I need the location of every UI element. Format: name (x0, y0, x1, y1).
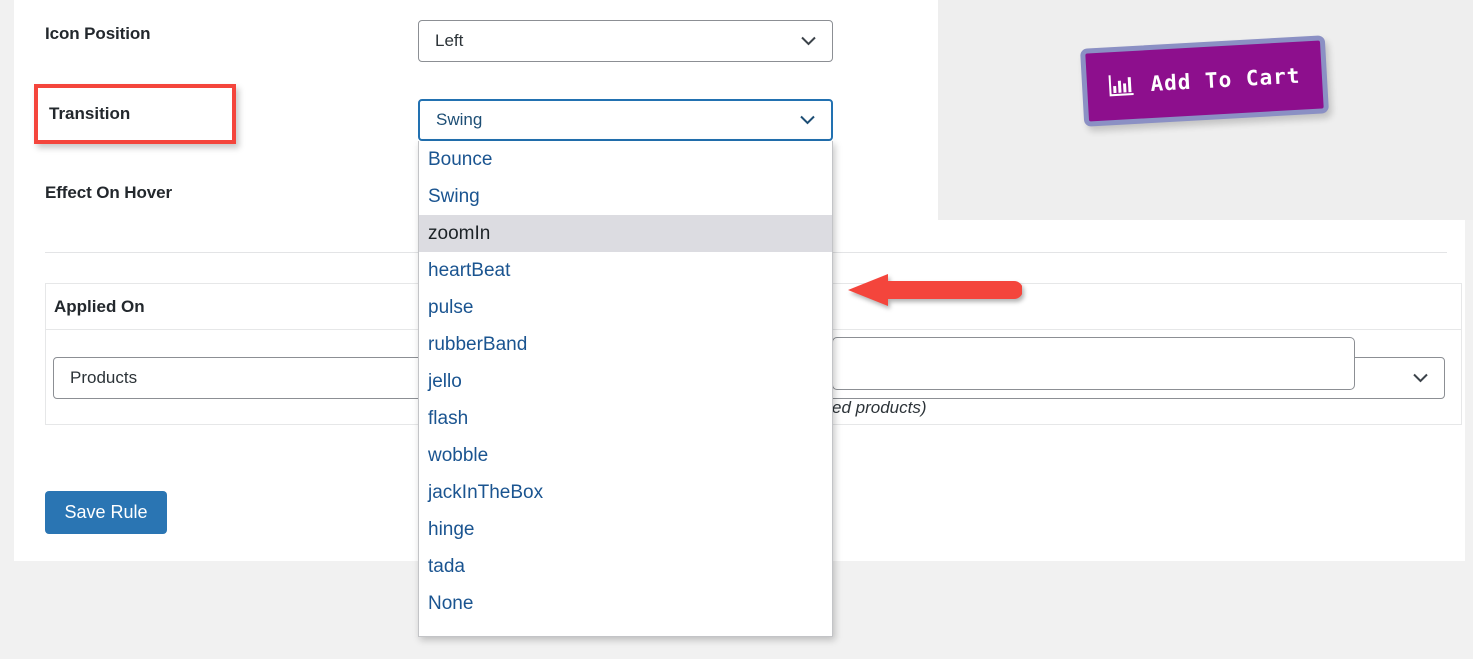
dropdown-option-selected[interactable]: zoomIn (419, 215, 832, 252)
dropdown-option[interactable]: rubberBand (419, 326, 832, 363)
save-rule-button[interactable]: Save Rule (45, 491, 167, 534)
chevron-down-icon (801, 36, 816, 46)
icon-position-select[interactable]: Left (418, 20, 833, 62)
dropdown-option[interactable]: Swing (419, 178, 832, 215)
transition-dropdown-list[interactable]: Bounce Swing zoomIn heartBeat pulse rubb… (418, 141, 833, 637)
transition-highlight-label: Transition (49, 104, 131, 123)
selection-hint-text: ed products) (832, 398, 927, 417)
dropdown-option[interactable]: None (419, 585, 832, 622)
add-to-cart-content: Add To Cart (1108, 64, 1301, 99)
add-to-cart-preview-button[interactable]: Add To Cart (1080, 35, 1329, 127)
chevron-down-icon (800, 115, 815, 125)
dropdown-option[interactable]: pulse (419, 289, 832, 326)
dropdown-option[interactable]: wobble (419, 437, 832, 474)
applied-on-value: Products (70, 368, 138, 387)
icon-position-value: Left (435, 31, 464, 50)
dropdown-option[interactable]: jello (419, 363, 832, 400)
label-icon-position: Icon Position (45, 24, 151, 43)
bar-chart-icon (1108, 73, 1135, 98)
applied-on-title: Applied On (54, 297, 145, 316)
button-preview-panel: Add To Cart (938, 0, 1473, 220)
dropdown-option[interactable]: heartBeat (419, 252, 832, 289)
transition-value: Swing (436, 110, 483, 129)
chevron-down-icon (1413, 373, 1428, 383)
transition-highlight-annotation: Transition (34, 84, 236, 144)
selection-input[interactable] (832, 337, 1355, 390)
dropdown-option[interactable]: Bounce (419, 141, 832, 178)
screen-root: Add To Cart Icon Position Transition Eff… (0, 0, 1473, 659)
label-effect-on-hover: Effect On Hover (45, 183, 172, 202)
transition-select[interactable]: Swing (418, 99, 833, 141)
dropdown-option[interactable]: hinge (419, 511, 832, 548)
dropdown-option[interactable]: tada (419, 548, 832, 585)
dropdown-option[interactable]: jackInTheBox (419, 474, 832, 511)
dropdown-option[interactable]: flash (419, 400, 832, 437)
add-to-cart-label: Add To Cart (1149, 63, 1302, 96)
red-arrow-annotation (846, 272, 1022, 308)
